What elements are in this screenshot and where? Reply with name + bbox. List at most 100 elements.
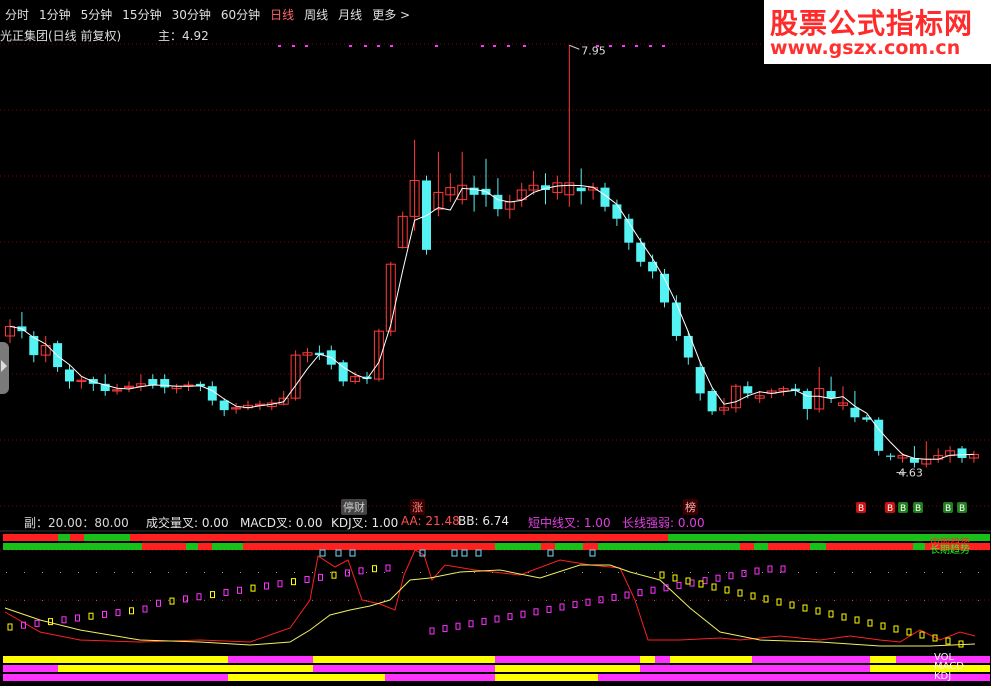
candle-body [695,367,705,394]
cyan-signal-marker [475,549,482,557]
period-tab-5[interactable]: 60分钟 [216,6,265,23]
oscillator-square-marker [264,582,269,590]
trend-strip-segment [740,543,754,550]
event-tag-list[interactable]: 榜 [683,499,698,515]
b-marker-text: B [900,504,906,514]
dot [672,572,673,573]
period-tab-4[interactable]: 30分钟 [167,6,216,23]
period-tab-6[interactable]: 日线 [265,6,299,23]
period-tab-9[interactable]: 更多 > [367,6,415,23]
dot [762,600,763,601]
dot [42,600,43,601]
stock-title: 光正集团(日线 前复权) [0,29,122,43]
dot [384,572,385,573]
top-signal-dash [662,45,665,47]
oscillator-square-marker [455,622,461,630]
candle-body [886,455,896,457]
dot [222,572,223,573]
dot [78,572,79,573]
trend-strip-segment [58,665,313,672]
dot [60,572,61,573]
event-tag-suspend[interactable]: 停财 [341,499,367,515]
top-signal-dash [649,45,652,47]
cyan-signal-marker [335,549,342,557]
oscillator-square-marker [789,601,795,609]
oscillator-square-marker [828,610,834,618]
dot [924,572,925,573]
dot [186,572,187,573]
oscillator-square-marker [358,567,364,575]
period-tab-2[interactable]: 5分钟 [76,6,118,23]
mid-cross: 短中线叉: 1.00 [528,516,611,530]
dot [816,572,817,573]
dot [672,600,673,601]
oscillator-square-marker [442,625,448,633]
trend-strip-segment [810,543,826,550]
oscillator-square-marker [183,595,188,603]
trend-strip-segment [752,656,870,663]
dot [474,572,475,573]
period-tab-8[interactable]: 月线 [333,6,367,23]
oscillator-square-marker [802,604,808,612]
oscillator-square-marker [841,613,847,621]
trend-strip-segment [826,543,913,550]
oscillator-square-marker [958,640,964,648]
dot [888,600,889,601]
oscillator-square-marker [210,591,215,599]
dot [330,600,331,601]
dot [834,600,835,601]
b-marker-text: B [887,504,893,514]
dot [24,572,25,573]
oscillator-square-marker [724,586,730,594]
dot [474,600,475,601]
top-signal-dash [292,45,295,47]
dot [942,600,943,601]
dot [906,600,907,601]
period-tab-1[interactable]: 1分钟 [34,6,76,23]
oscillator-square-marker [763,595,769,603]
dot [744,600,745,601]
oscillator-square-marker [728,572,734,580]
candle-body [53,343,63,368]
dot [690,600,691,601]
period-tab-7[interactable]: 周线 [299,6,333,23]
moving-average-line [9,184,974,460]
top-signal-dash [507,45,510,47]
oscillator-square-marker [48,618,53,626]
oscillator-square-marker [468,620,474,628]
b-marker-text: B [915,504,921,514]
dot [96,572,97,573]
candle-body [802,391,812,409]
strip-label-long: 长期趋势 [930,545,970,556]
trend-strip-segment [583,543,598,550]
event-tag-limitup[interactable]: 涨 [410,499,425,515]
dot [402,572,403,573]
period-tab-3[interactable]: 15分钟 [117,6,166,23]
long-strength: 长线强弱: 0.00 [622,516,705,530]
bb-value: BB: 6.74 [458,514,510,528]
trend-strip-segment [58,534,70,541]
top-signal-dash [493,45,496,47]
trend-strip-segment [70,534,84,541]
oscillator-square-marker [156,599,161,607]
chevron-right-icon [1,360,7,372]
trend-strip-segment [870,656,896,663]
kline-chart[interactable]: 7.954.63B B B B B B [0,0,991,686]
oscillator-square-marker [34,619,40,627]
dot [852,572,853,573]
oscillator-square-marker [520,610,526,618]
trend-strip-segment [143,534,668,541]
side-expand-handle[interactable] [0,342,9,394]
trend-strip-segment [495,674,598,681]
dot [366,600,367,601]
trend-strip-segment [495,543,541,550]
oscillator-square-marker [223,588,229,596]
event-tag-text: 停财 [343,501,365,514]
oscillator-square-marker [429,627,435,635]
dot [438,600,439,601]
cyan-signal-marker [589,549,596,557]
oscillator-red-line [4,549,976,643]
top-signal-dash [435,45,438,47]
dot [834,572,835,573]
period-tab-0[interactable]: 分时 [0,6,34,23]
